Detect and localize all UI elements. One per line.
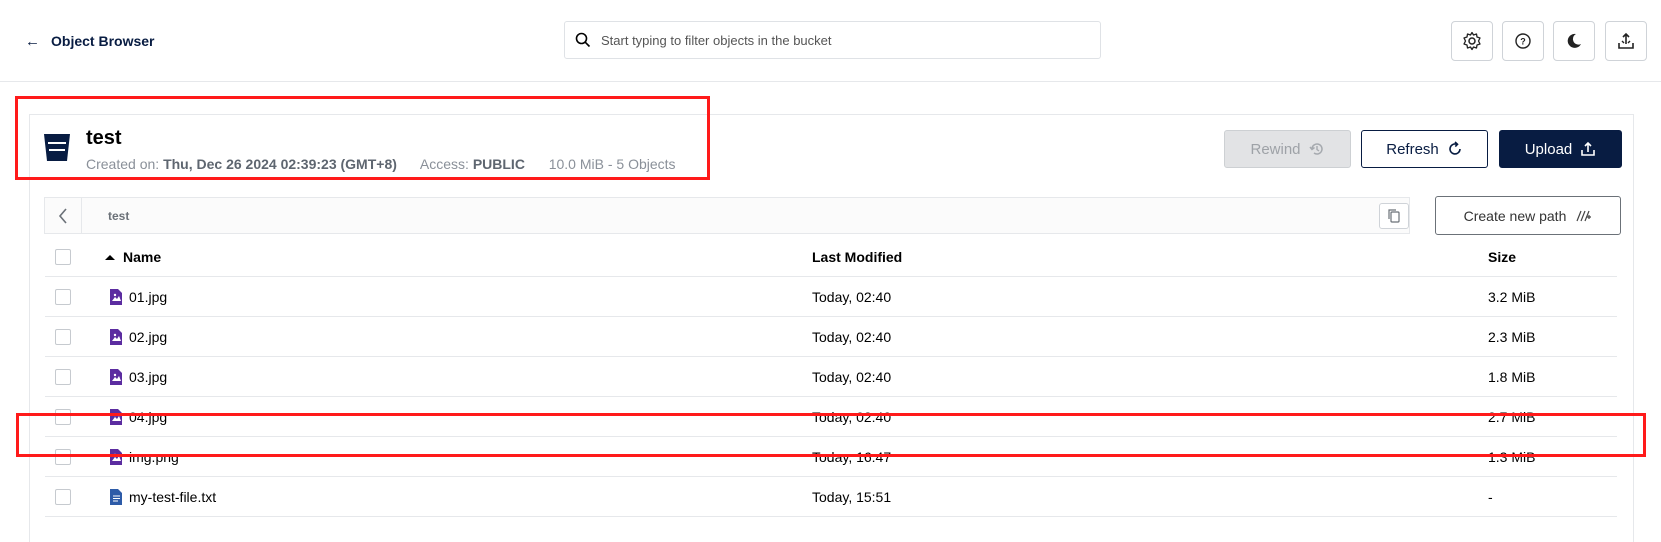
table-row[interactable]: my-test-file.txt Today, 15:51 - — [45, 477, 1617, 517]
file-name-cell[interactable]: 03.jpg — [109, 369, 167, 385]
refresh-button[interactable]: Refresh — [1361, 130, 1488, 168]
refresh-label: Refresh — [1386, 140, 1439, 158]
upload-tray-icon — [1618, 32, 1634, 49]
table-row[interactable]: 02.jpg Today, 02:40 2.3 MiB — [45, 317, 1617, 357]
upload-header-button[interactable] — [1605, 21, 1647, 61]
table-body: 01.jpg Today, 02:40 3.2 MiB 02.jpg Today, 02… — [45, 277, 1617, 517]
sort-ascending-icon — [105, 254, 115, 260]
search-field[interactable] — [564, 21, 1101, 59]
file-name: 03.jpg — [129, 369, 168, 385]
last-modified-cell: Today, 02:40 — [812, 409, 892, 425]
name-column-header[interactable]: Name — [105, 249, 161, 265]
image-file-icon — [110, 449, 122, 465]
search-input[interactable] — [601, 32, 1081, 48]
breadcrumb-back-button[interactable] — [45, 198, 82, 233]
file-name-cell[interactable]: img.png — [109, 449, 179, 465]
file-name-cell[interactable]: 02.jpg — [109, 329, 167, 345]
last-modified-cell: Today, 02:40 — [812, 329, 892, 345]
table-row[interactable]: 03.jpg Today, 02:40 1.8 MiB — [45, 357, 1617, 397]
size-cell: 1.8 MiB — [1488, 369, 1536, 385]
table-row[interactable]: 01.jpg Today, 02:40 3.2 MiB — [45, 277, 1617, 317]
upload-icon — [1581, 141, 1596, 156]
upload-label: Upload — [1524, 140, 1573, 158]
file-name-cell[interactable]: 01.jpg — [109, 289, 167, 305]
top-header: ← Object Browser ? — [0, 0, 1661, 82]
size-cell: 1.3 MiB — [1488, 449, 1536, 465]
bucket-icon — [44, 134, 70, 161]
select-all-checkbox[interactable] — [55, 249, 71, 265]
moon-icon — [1567, 33, 1581, 48]
create-path-label: Create new path — [1463, 207, 1567, 224]
created-label: Created on: — [86, 156, 160, 172]
settings-button[interactable] — [1451, 21, 1493, 61]
row-checkbox[interactable] — [55, 449, 71, 465]
row-checkbox[interactable] — [55, 489, 71, 505]
size-cell: 2.7 MiB — [1488, 409, 1536, 425]
file-name: 04.jpg — [129, 409, 168, 425]
history-icon — [1308, 143, 1323, 155]
help-button[interactable]: ? — [1502, 21, 1544, 61]
file-name: img.png — [129, 449, 179, 465]
copy-icon — [1388, 209, 1400, 223]
size-cell: 2.3 MiB — [1488, 329, 1536, 345]
size-column-header[interactable]: Size — [1488, 249, 1516, 265]
table-row[interactable]: img.png Today, 16:47 1.3 MiB — [45, 437, 1617, 477]
bucket-panel: test Created on: Thu, Dec 26 2024 02:39:… — [29, 114, 1634, 542]
image-file-icon — [110, 289, 122, 305]
back-to-object-browser[interactable]: ← Object Browser — [25, 30, 154, 52]
page-title: Object Browser — [51, 33, 155, 49]
copy-path-button[interactable] — [1379, 203, 1409, 229]
access-label: Access: — [419, 156, 469, 172]
row-checkbox[interactable] — [55, 409, 71, 425]
image-file-icon — [110, 369, 122, 385]
last-modified-cell: Today, 02:40 — [812, 289, 892, 305]
row-checkbox[interactable] — [55, 369, 71, 385]
rewind-button[interactable]: Rewind — [1224, 130, 1351, 168]
image-file-icon — [110, 409, 122, 425]
created-value: Thu, Dec 26 2024 02:39:23 (GMT+8) — [163, 156, 397, 172]
bucket-usage: 10.0 MiB - 5 Objects — [548, 156, 676, 172]
size-cell: 3.2 MiB — [1488, 289, 1536, 305]
row-checkbox[interactable] — [55, 289, 71, 305]
help-icon: ? — [1515, 33, 1531, 49]
gear-icon — [1463, 31, 1481, 51]
upload-button[interactable]: Upload — [1499, 130, 1622, 168]
row-checkbox[interactable] — [55, 329, 71, 345]
table-header: Name Last Modified Size — [45, 237, 1617, 277]
file-name-cell[interactable]: 04.jpg — [109, 409, 167, 425]
last-modified-cell: Today, 02:40 — [812, 369, 892, 385]
new-path-icon — [1576, 210, 1592, 221]
breadcrumb: test — [44, 197, 1410, 234]
access-value: PUBLIC — [472, 156, 525, 172]
image-file-icon — [110, 329, 122, 345]
svg-text:?: ? — [1520, 37, 1526, 47]
chevron-left-icon — [58, 207, 67, 224]
breadcrumb-path[interactable]: test — [108, 209, 129, 223]
last-modified-cell: Today, 15:51 — [812, 489, 892, 505]
file-name: my-test-file.txt — [129, 489, 217, 505]
size-cell: - — [1488, 489, 1493, 505]
dark-mode-button[interactable] — [1553, 21, 1595, 61]
refresh-icon — [1448, 141, 1461, 155]
file-name-cell[interactable]: my-test-file.txt — [109, 489, 216, 505]
search-icon — [575, 32, 591, 48]
back-arrow-icon: ← — [25, 32, 40, 50]
bucket-name: test — [86, 127, 122, 149]
table-row[interactable]: 04.jpg Today, 02:40 2.7 MiB — [45, 397, 1617, 437]
objects-table: Name Last Modified Size 01.jpg Today, 02:… — [45, 237, 1617, 517]
file-name: 02.jpg — [129, 329, 168, 345]
rewind-label: Rewind — [1250, 140, 1301, 158]
modified-column-header[interactable]: Last Modified — [812, 249, 902, 265]
bucket-details: Created on: Thu, Dec 26 2024 02:39:23 (G… — [86, 156, 676, 172]
text-file-icon — [110, 489, 122, 505]
create-new-path-button[interactable]: Create new path — [1435, 196, 1621, 235]
file-name: 01.jpg — [129, 289, 168, 305]
last-modified-cell: Today, 16:47 — [812, 449, 892, 465]
